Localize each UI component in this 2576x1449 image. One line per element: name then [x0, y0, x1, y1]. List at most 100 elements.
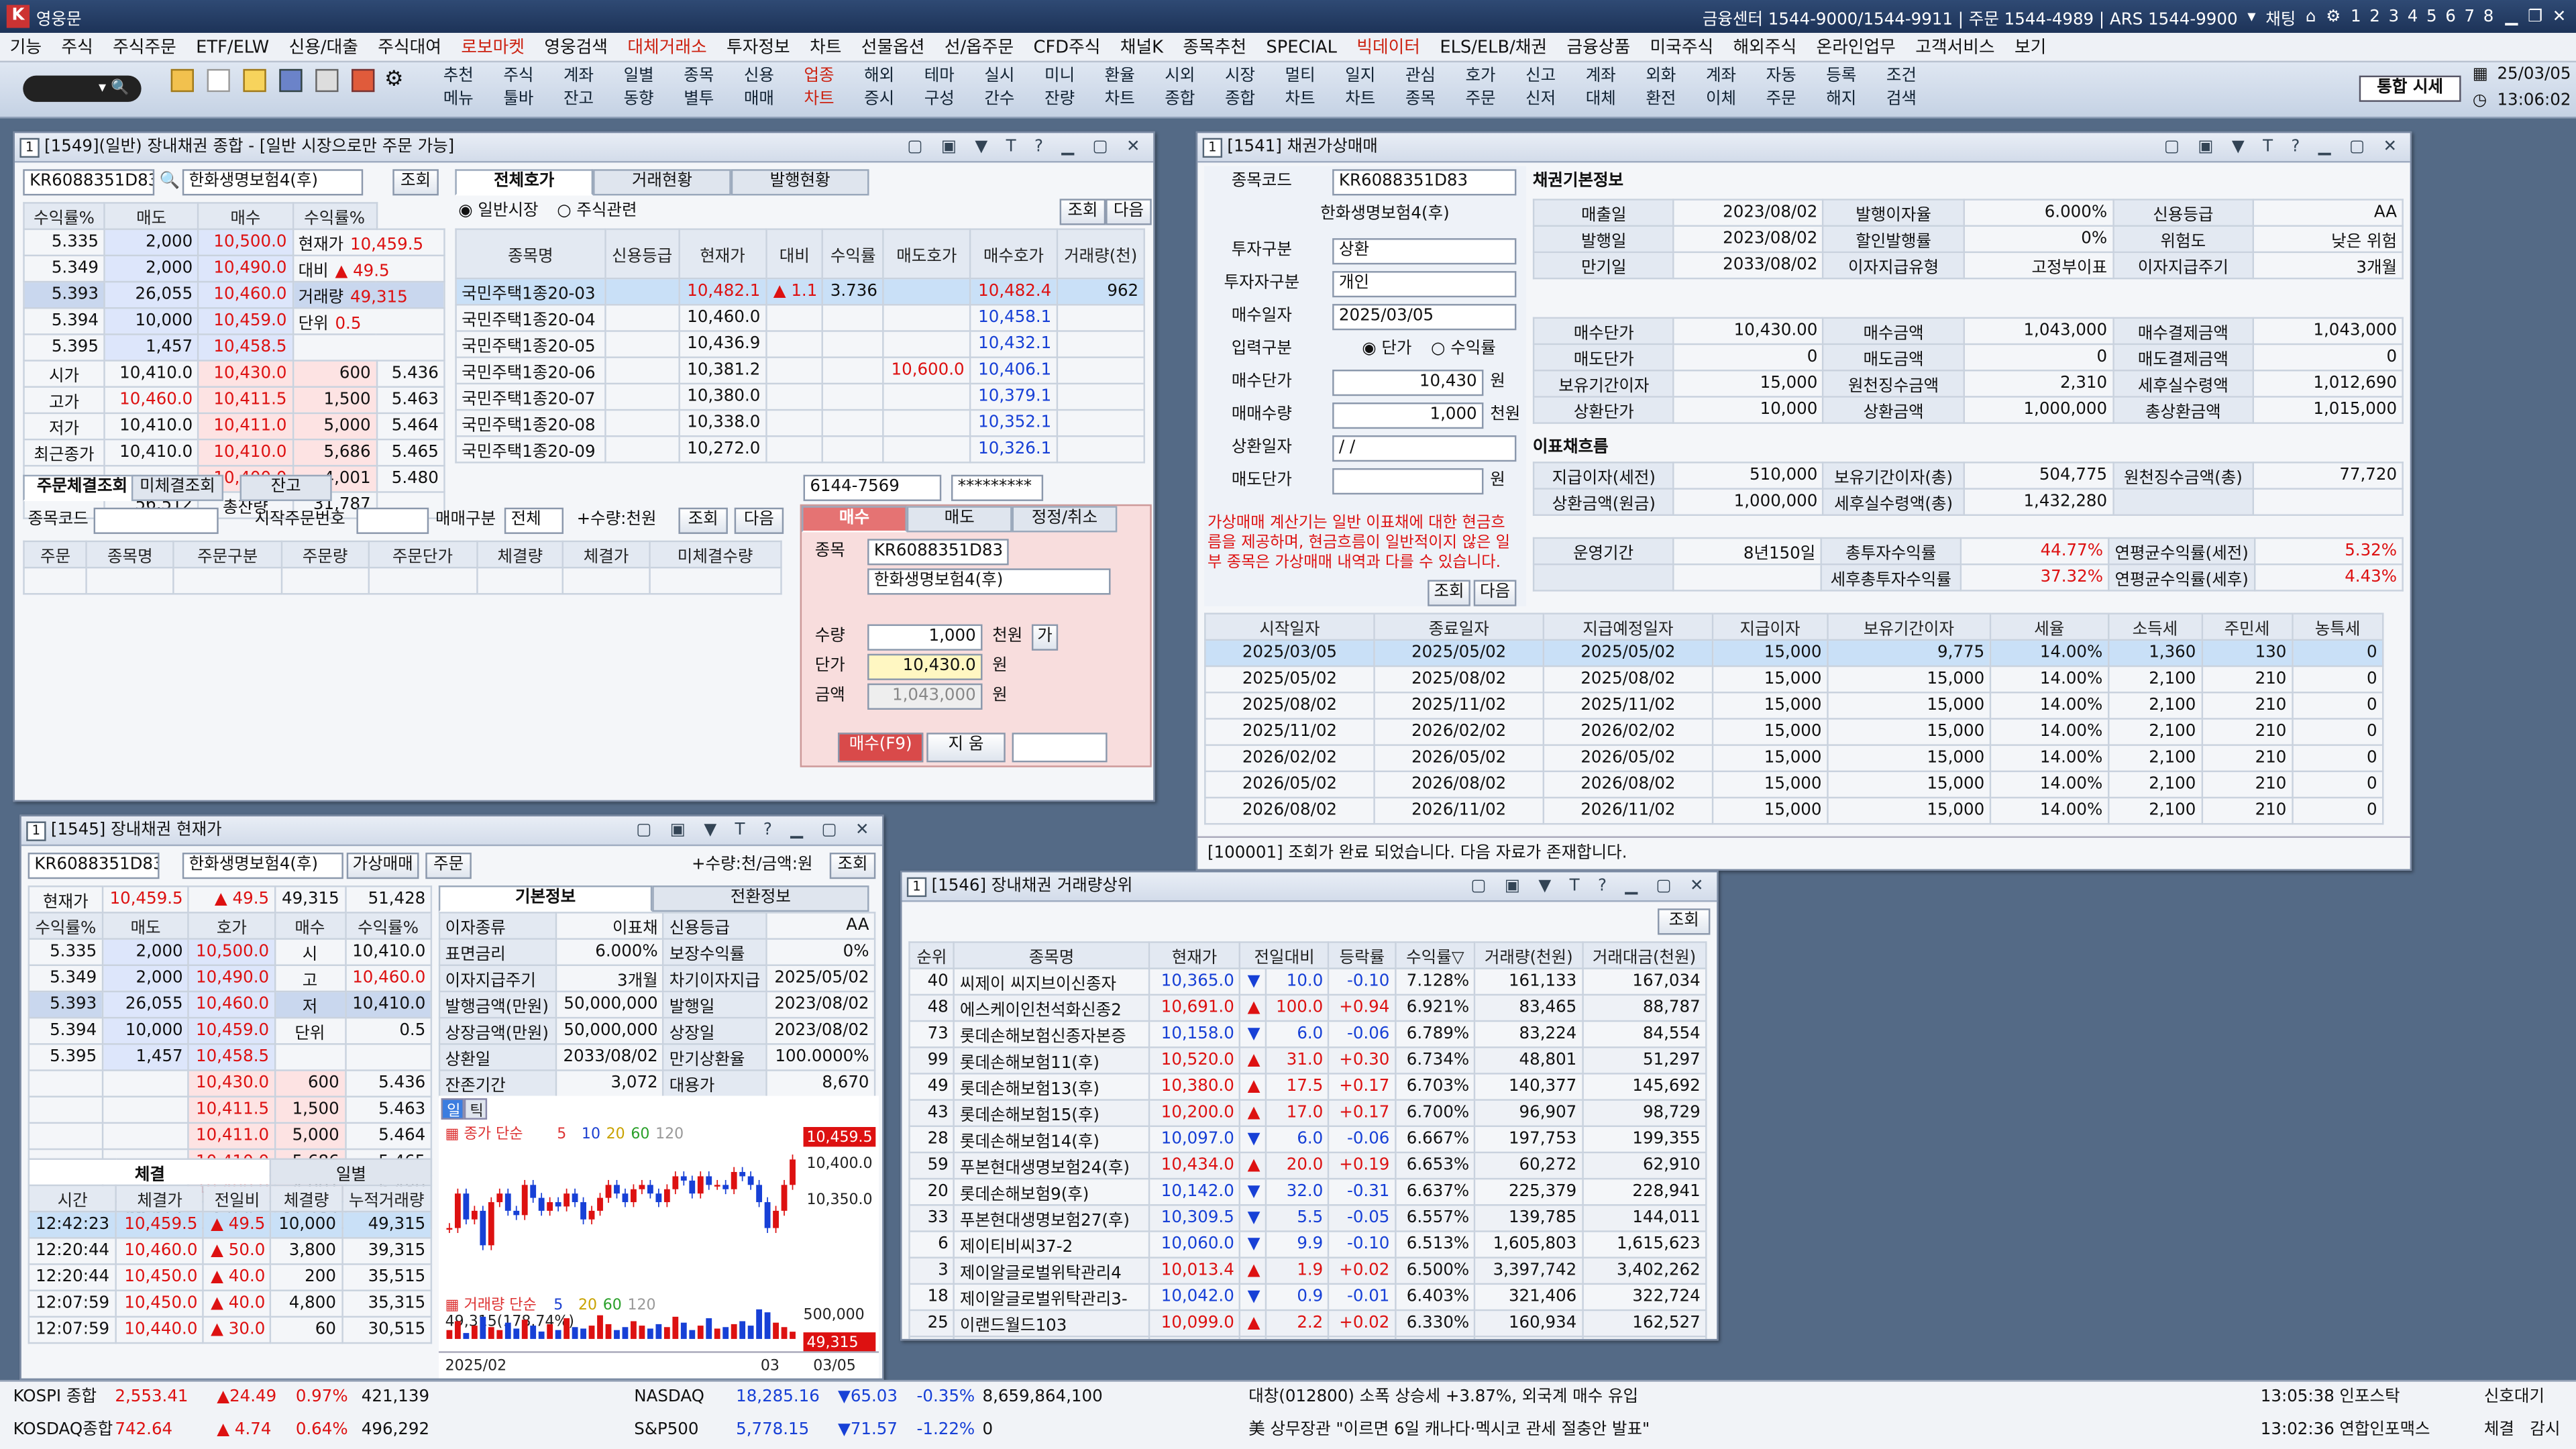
bid-row[interactable]: 10,430.0 600 5.436 [28, 1069, 433, 1097]
rank-row[interactable]: 18 제이알글로벌위탁관리3- 10,042.0 ▼ 0.9 -0.01 6.403% 321… [908, 1283, 1707, 1311]
bid-row[interactable]: 최근종가 10,410.0 10,410.0 5,686 5.465 [23, 438, 445, 467]
close-icon[interactable]: ✕ [2553, 7, 2567, 25]
order-query-button[interactable]: 조회 [678, 507, 728, 534]
trade-row[interactable]: 12:42:23 10,459.5 ▲ 49.5 10,000 49,315 [28, 1210, 433, 1239]
schedule-row[interactable]: 2026/08/02 2026/11/02 2026/11/02 15,000 15,0… [1204, 796, 2384, 825]
ask-price[interactable]: 10,490.0 [187, 964, 276, 993]
ask-price[interactable]: 10,459.0 [197, 307, 294, 335]
bond-list-cell[interactable]: 국민주택1종20-03 [455, 277, 606, 306]
rank-row[interactable]: 99 롯데손해보험11(후) 10,520.0 ▲ 31.0 +0.30 6.734% 48,… [908, 1046, 1707, 1075]
ask-price[interactable]: 10,458.5 [187, 1043, 276, 1071]
monitor-icon[interactable] [279, 68, 303, 93]
toolbar-button[interactable]: 멀티 차트 [1272, 66, 1328, 115]
form-input[interactable]: 10,430 [1332, 370, 1484, 396]
trade-row[interactable]: 12:20:44 10,460.0 ▲ 50.0 3,800 39,315 [28, 1237, 433, 1265]
toolbar-button[interactable]: 미니 잔량 [1032, 66, 1087, 115]
form-input[interactable]: 상환 [1332, 238, 1517, 265]
rank-row[interactable]: 25 이랜드월드103 10,099.0 ▲ 2.2 +0.02 6.330% 160,934… [908, 1309, 1707, 1338]
toolbar-button[interactable]: 시장 종합 [1212, 66, 1268, 115]
tab-daily[interactable]: 일별 [270, 1158, 433, 1187]
buy-order-button[interactable]: 매수(F9) [837, 733, 924, 763]
toolbar-button[interactable]: 계좌 잔고 [551, 66, 606, 115]
toolbar-button[interactable]: 신용 매매 [731, 66, 787, 115]
index-field[interactable]: S&P500 [634, 1415, 698, 1448]
menu-item[interactable]: 주식주문 [103, 34, 186, 59]
schedule-row[interactable]: 2026/02/02 2026/05/02 2026/05/02 15,000 15,0… [1204, 744, 2384, 773]
chat-button[interactable]: 채팅 [2265, 4, 2296, 29]
toolbar-button[interactable]: 테마 구성 [912, 66, 967, 115]
virtual-trade-button[interactable]: 가상매매 [346, 853, 419, 879]
menu-item[interactable]: 주식 [52, 34, 103, 59]
menu-item[interactable]: 보기 [2004, 34, 2056, 59]
ask-row[interactable]: 5.393 26,055 10,460.0 거래량 49,315 [23, 280, 445, 309]
toolbar-button[interactable]: 일지 차트 [1332, 66, 1388, 115]
toolbar-button[interactable]: 종목 별투 [671, 66, 727, 115]
bond-list-cell[interactable]: 국민주택1종20-09 [455, 435, 606, 464]
tab-modify-cancel[interactable]: 정정/취소 [1012, 506, 1118, 533]
ask-row[interactable]: 5.395 1,457 10,458.5 [23, 333, 445, 362]
toolbar-button[interactable]: 관심 종목 [1393, 66, 1448, 115]
stock-name-field[interactable]: 한화생명보험4(후) [182, 169, 364, 196]
stock-code-input[interactable]: KR6088351D83 [23, 169, 155, 196]
toolbar-button[interactable]: 외화 환전 [1633, 66, 1688, 115]
menu-item[interactable]: 빅데이터 [1347, 34, 1430, 59]
account-select[interactable]: 6144-7569 [803, 474, 942, 501]
toolbar-button[interactable]: 신고 신저 [1513, 66, 1568, 115]
bid-price[interactable]: 10,411.0 [187, 1122, 276, 1150]
rank-cell[interactable]: 에스엘엘중앙16-2 [953, 1336, 1150, 1339]
menu-item[interactable]: CFD주식 [1024, 34, 1110, 59]
rank-row[interactable]: 28 롯데손해보험14(후) 10,097.0 ▼ 6.0 -0.06 6.667% 197,… [908, 1125, 1707, 1154]
tab-buy[interactable]: 매수 [802, 506, 907, 533]
stock-name-field[interactable]: 한화생명보험4(후) [182, 853, 343, 879]
form-input[interactable]: KR6088351D83 [1332, 169, 1517, 196]
toolbar-button[interactable]: 추천 메뉴 [431, 66, 486, 115]
bid-row[interactable]: 10,411.5 1,500 5.463 [28, 1095, 433, 1124]
trade-row[interactable]: 12:07:59 10,450.0 ▲ 40.0 4,800 35,315 [28, 1289, 433, 1318]
bond-list-cell[interactable]: 국민주택1종20-07 [455, 382, 606, 411]
menu-item[interactable]: 주식대여 [368, 34, 451, 59]
ask-row[interactable]: 5.335 2,000 10,500.0 시 10,410.0 [28, 938, 433, 967]
menu-item[interactable]: 로보마켓 [451, 34, 535, 59]
news-ticker[interactable]: 美 상무장관 "이르면 6일 캐나다·멕시코 관세 절충안 발표" [1248, 1415, 1650, 1448]
rank-cell[interactable]: 씨제이 씨지브이신종자 [953, 967, 1150, 996]
ask-row[interactable]: 5.394 10,000 10,459.0 단위 0.5 [28, 1016, 433, 1045]
order-extra-field[interactable] [1012, 733, 1108, 763]
bond-list-row[interactable]: 국민주택1종20-05 10,436.9 10,432.1 [455, 330, 1145, 358]
index-field[interactable]: KOSPI 종합 [13, 1382, 97, 1415]
rank-row[interactable]: 59 푸본현대생명보험24(후) 10,434.0 ▲ 20.0 +0.19 6.653% 6… [908, 1151, 1707, 1180]
calc-next-button[interactable]: 다음 [1473, 580, 1517, 606]
rank-cell[interactable]: 제이알글로벌위탁관리3- [953, 1283, 1150, 1311]
stock-code-input[interactable]: KR6088351D83 [28, 853, 160, 879]
index-field[interactable]: KOSDAQ종합 [13, 1415, 113, 1448]
rank-cell[interactable]: 제이알글로벌위탁관리4 [953, 1256, 1150, 1285]
menu-item[interactable]: SPECIAL [1256, 37, 1347, 56]
ask-price[interactable]: 10,500.0 [187, 938, 276, 967]
schedule-row[interactable]: 2025/08/02 2025/11/02 2025/11/02 15,000 15,0… [1204, 692, 2384, 720]
trade-row[interactable]: 12:07:59 10,440.0 ▲ 30.0 60 30,515 [28, 1316, 433, 1344]
toolbar-button[interactable]: 일별 동향 [611, 66, 667, 115]
form-input[interactable] [1332, 468, 1484, 495]
dropdown-icon[interactable]: ▾ [2247, 7, 2255, 25]
rank-row[interactable]: 3 제이알글로벌위탁관리4 10,013.4 ▲ 1.9 +0.02 6.500% 3,397… [908, 1256, 1707, 1285]
toolbar-button[interactable]: 시외 종합 [1152, 66, 1208, 115]
order-button[interactable]: 주문 [425, 853, 472, 879]
window-controls[interactable]: ▢ ▣ ▼ T ? ▁ ▢ ✕ [2164, 133, 2404, 162]
settings-icon[interactable]: ⚙ [384, 67, 404, 92]
search-icon[interactable]: 🔍 [160, 169, 180, 195]
toolbar-button[interactable]: 호가 주문 [1452, 66, 1508, 115]
rank-row[interactable]: 43 롯데손해보험15(후) 10,200.0 ▲ 17.0 +0.17 6.700% 96,… [908, 1099, 1707, 1128]
schedule-row[interactable]: 2026/05/02 2026/08/02 2026/08/02 15,000 15,0… [1204, 770, 2384, 799]
menu-item[interactable]: ELS/ELB/채권 [1430, 34, 1557, 59]
filter-code-input[interactable] [93, 507, 219, 534]
radio-yield[interactable]: ○ 수익률 [1431, 337, 1496, 363]
tab-basic-info[interactable]: 기본정보 [438, 885, 653, 912]
menu-item[interactable]: 채널K [1110, 34, 1173, 59]
tab-order-0[interactable]: 주문체결조회 [23, 474, 142, 501]
query-button[interactable]: 조회 [829, 853, 876, 879]
bond-list-row[interactable]: 국민주택1종20-07 10,380.0 10,379.1 [455, 382, 1145, 411]
form-input[interactable]: 2025/03/05 [1332, 304, 1517, 331]
rank-cell[interactable]: 롯데손해보험15(후) [953, 1099, 1150, 1128]
query-button[interactable]: 조회 [392, 169, 439, 196]
radio-general-market[interactable]: ◉ 일반시장 [458, 199, 538, 225]
bid-price[interactable]: 10,430.0 [197, 360, 294, 388]
